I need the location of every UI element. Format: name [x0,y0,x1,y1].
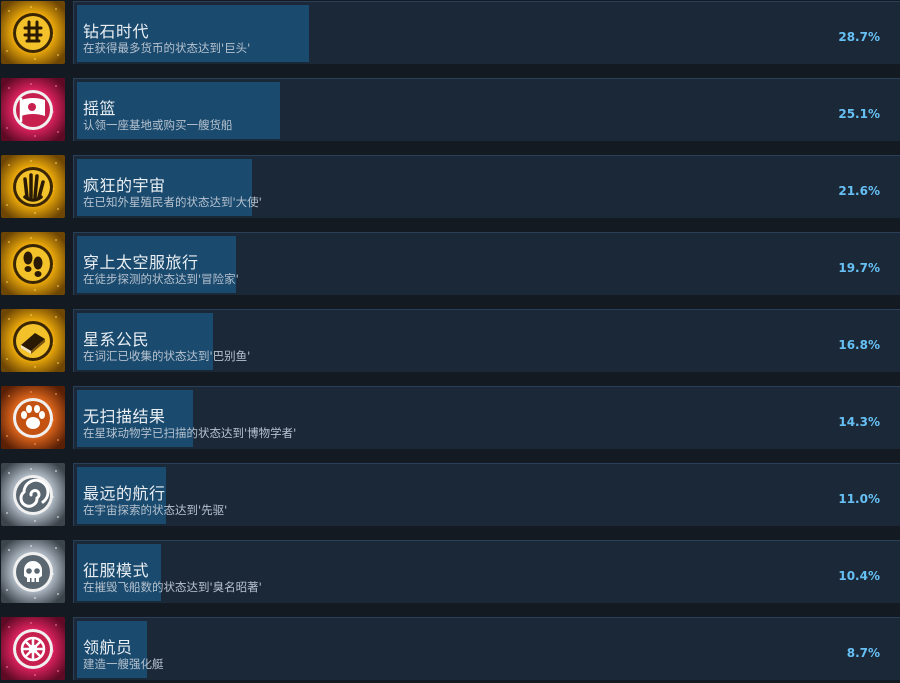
achievement-row[interactable]: 最远的航行 在宇宙探索的状态达到'先驱' 11.0% [0,462,900,526]
coin-icon [1,1,65,64]
achievement-panel: 摇篮 认领一座基地或购买一艘货船 25.1% [73,78,900,141]
flag-icon [1,78,65,141]
achievement-description: 在获得最多货币的状态达到'巨头' [83,41,251,55]
achievement-panel: 征服模式 在摧毁飞船数的状态达到'臭名昭著' 10.4% [73,540,900,603]
achievement-row[interactable]: 征服模式 在摧毁飞船数的状态达到'臭名昭著' 10.4% [0,539,900,603]
achievement-panel: 星系公民 在词汇已收集的状态达到'巴别鱼' 16.8% [73,309,900,372]
achievement-row[interactable]: 钻石时代 在获得最多货币的状态达到'巨头' 28.7% [0,0,900,64]
achievement-panel: 穿上太空服旅行 在徒步探测的状态达到'冒险家' 19.7% [73,232,900,295]
spiral-galaxy-icon [1,463,65,526]
achievement-title: 最远的航行 [83,484,166,503]
unlock-percentage: 25.1% [838,107,880,121]
achievement-panel: 领航员 建造一艘强化艇 8.7% [73,617,900,680]
footprints-icon [1,232,65,295]
achievement-row[interactable]: 无扫描结果 在星球动物学已扫描的状态达到'博物学者' 14.3% [0,385,900,449]
achievement-description: 认领一座基地或购买一艘货船 [83,118,233,132]
achievement-title: 无扫描结果 [83,407,166,426]
achievement-title: 穿上太空服旅行 [83,253,199,272]
book-icon [1,309,65,372]
achievement-title: 星系公民 [83,330,150,349]
achievement-description: 在已知外星殖民者的状态达到'大使' [83,195,262,209]
achievement-title: 摇篮 [83,99,117,118]
unlock-percentage: 28.7% [838,30,880,44]
achievement-row[interactable]: 疯狂的宇宙 在已知外星殖民者的状态达到'大使' 21.6% [0,154,900,218]
achievement-row[interactable]: 穿上太空服旅行 在徒步探测的状态达到'冒险家' 19.7% [0,231,900,295]
unlock-percentage: 19.7% [838,261,880,275]
achievement-panel: 最远的航行 在宇宙探索的状态达到'先驱' 11.0% [73,463,900,526]
achievement-panel: 疯狂的宇宙 在已知外星殖民者的状态达到'大使' 21.6% [73,155,900,218]
ship-wheel-icon [1,617,65,680]
achievement-row[interactable]: 摇篮 认领一座基地或购买一艘货船 25.1% [0,77,900,141]
achievement-list: 钻石时代 在获得最多货币的状态达到'巨头' 28.7% 摇篮 认领一座基地或购买一艘货… [0,0,900,683]
achievement-description: 在徒步探测的状态达到'冒险家' [83,272,239,286]
unlock-percentage: 14.3% [838,415,880,429]
paw-print-icon [1,386,65,449]
unlock-percentage: 21.6% [838,184,880,198]
achievement-description: 在摧毁飞船数的状态达到'臭名昭著' [83,580,262,594]
achievement-row[interactable]: 领航员 建造一艘强化艇 8.7% [0,616,900,680]
skull-icon [1,540,65,603]
unlock-percentage: 11.0% [838,492,880,506]
unlock-percentage: 8.7% [846,646,880,660]
achievement-description: 在词汇已收集的状态达到'巴别鱼' [83,349,251,363]
achievement-title: 征服模式 [83,561,150,580]
achievement-description: 在宇宙探索的状态达到'先驱' [83,503,228,517]
achievement-description: 建造一艘强化艇 [83,657,164,671]
achievement-panel: 钻石时代 在获得最多货币的状态达到'巨头' 28.7% [73,1,900,64]
achievement-title: 领航员 [83,638,133,657]
achievement-title: 钻石时代 [83,22,150,41]
unlock-percentage: 10.4% [838,569,880,583]
achievement-panel: 无扫描结果 在星球动物学已扫描的状态达到'博物学者' 14.3% [73,386,900,449]
achievement-title: 疯狂的宇宙 [83,176,166,195]
unlock-percentage: 16.8% [838,338,880,352]
achievement-description: 在星球动物学已扫描的状态达到'博物学者' [83,426,297,440]
achievement-row[interactable]: 星系公民 在词汇已收集的状态达到'巴别鱼' 16.8% [0,308,900,372]
alien-hand-icon [1,155,65,218]
